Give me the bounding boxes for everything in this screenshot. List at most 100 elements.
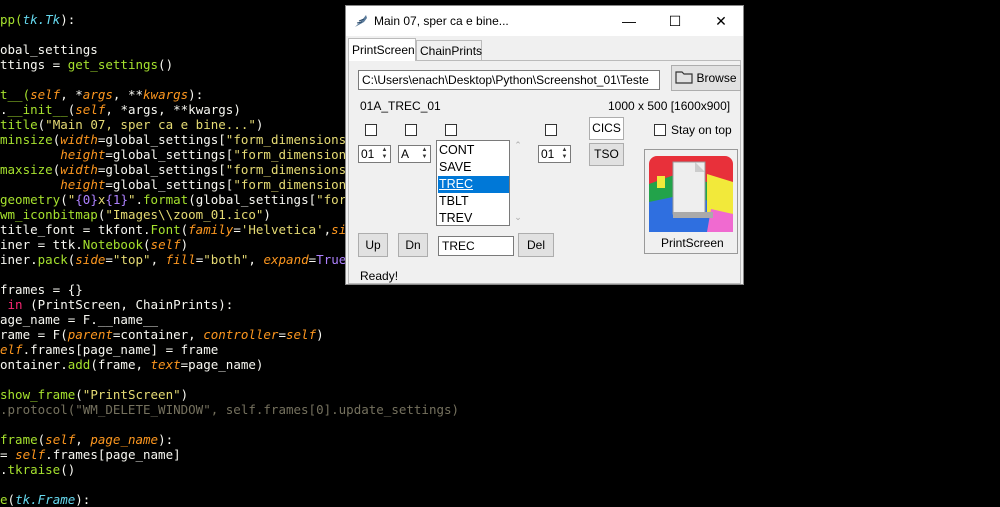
code-token: .protocol("WM_DELETE_WINDOW", self.frame…	[0, 402, 460, 417]
del-button[interactable]: Del	[518, 233, 554, 257]
code-token: .	[135, 192, 144, 207]
code-listbox[interactable]: CONT SAVE TREC TBLT TREV	[436, 140, 510, 226]
scroll-down-icon[interactable]: ⌄	[512, 212, 524, 223]
code-token: self	[30, 87, 61, 102]
code-line: pp(tk.Tk):	[0, 12, 75, 27]
code-line: maxsize(width=global_settings["form_dime…	[0, 162, 369, 177]
code-token: "form_dimensions"	[225, 162, 354, 177]
spinbox-3[interactable]: 01 ▲ ▼	[538, 145, 571, 163]
spin-arrows-icon[interactable]: ▲ ▼	[380, 147, 389, 161]
code-line: = self.frames[page_name]	[0, 447, 181, 462]
minimize-button[interactable]: —	[606, 6, 652, 36]
list-item[interactable]: TREV	[438, 210, 509, 227]
code-line: frames = {}	[0, 282, 83, 297]
folder-icon	[675, 71, 694, 84]
code-line: minsize(width=global_settings["form_dime…	[0, 132, 369, 147]
close-button[interactable]: ✕	[698, 6, 744, 36]
stay-on-top-checkbox[interactable]	[654, 124, 666, 136]
code-token: =global_settings[	[97, 162, 226, 177]
checkbox-2[interactable]	[405, 124, 417, 136]
code-token: family	[188, 222, 234, 237]
code-token: title_font = tkfont.	[0, 222, 151, 237]
code-token: kwargs	[143, 87, 189, 102]
code-token: width	[60, 132, 98, 147]
list-item[interactable]: TBLT	[438, 193, 509, 210]
code-token: (frame,	[90, 357, 151, 372]
feather-app-icon	[355, 15, 367, 27]
code-token: in	[0, 297, 31, 312]
code-token: page_name	[90, 432, 159, 447]
spinbox-1-value: 01	[361, 147, 375, 161]
code-token: self	[15, 447, 46, 462]
code-line: frame(self, page_name):	[0, 432, 173, 447]
spin-arrows-icon[interactable]: ▲ ▼	[420, 147, 429, 161]
code-token: self	[150, 237, 181, 252]
code-line: .protocol("WM_DELETE_WINDOW", self.frame…	[0, 402, 459, 417]
listbox-scrollbar[interactable]: ⌃ ⌄	[512, 140, 524, 226]
code-token: maxsize	[0, 162, 53, 177]
up-button[interactable]: Up	[358, 233, 388, 257]
tso-button[interactable]: TSO	[589, 143, 624, 166]
tab-chainprints[interactable]: ChainPrints	[416, 40, 482, 61]
code-token: True	[316, 252, 347, 267]
code-token: self	[286, 327, 317, 342]
cics-button[interactable]: CICS	[589, 117, 624, 140]
resolution-label: 1000 x 500 [1600x900]	[608, 99, 731, 113]
code-line: in (PrintScreen, ChainPrints):	[0, 297, 234, 312]
code-token: ):	[158, 432, 174, 447]
code-line: title_font = tkfont.Font(family='Helveti…	[0, 222, 369, 237]
stay-on-top-label: Stay on top	[671, 123, 732, 137]
code-line: ttings = get_settings()	[0, 57, 173, 72]
code-token: "both"	[203, 252, 249, 267]
browse-label: Browse	[696, 71, 737, 85]
code-token: tk.Tk	[22, 12, 61, 27]
code-token: elf	[0, 342, 23, 357]
list-item[interactable]: SAVE	[438, 159, 509, 176]
checkbox-4[interactable]	[545, 124, 557, 136]
list-item[interactable]: TREC	[438, 176, 509, 193]
code-token: "top"	[112, 252, 151, 267]
code-token: , *	[60, 87, 83, 102]
code-token: =	[278, 327, 286, 342]
spinbox-2[interactable]: A ▲ ▼	[398, 145, 431, 163]
scroll-up-icon[interactable]: ⌃	[512, 140, 524, 151]
code-token: fill	[165, 252, 196, 267]
spinbox-1[interactable]: 01 ▲ ▼	[358, 145, 391, 163]
code-token: text	[150, 357, 181, 372]
code-token: age_name = F.__name__	[0, 312, 159, 327]
code-token: ,	[150, 252, 166, 267]
code-token: (	[60, 192, 68, 207]
checkbox-3[interactable]	[445, 124, 457, 136]
maximize-button[interactable]: ☐	[652, 6, 698, 36]
browse-button[interactable]: Browse	[671, 65, 741, 91]
spin-arrows-icon[interactable]: ▲ ▼	[560, 147, 569, 161]
code-line: ontainer.add(frame, text=page_name)	[0, 357, 263, 372]
code-token: .frames[page_name] = frame	[22, 342, 219, 357]
screen-name-label: 01A_TREC_01	[360, 99, 441, 113]
title-bar: Main 07, sper ca e bine... — ☐ ✕	[346, 6, 743, 36]
code-token: )	[316, 327, 324, 342]
checkbox-1[interactable]	[365, 124, 377, 136]
code-token: )	[180, 237, 189, 252]
code-line: t__(self, *args, **kwargs):	[0, 87, 203, 102]
code-token: "form_dimensions"	[233, 177, 362, 192]
list-item[interactable]: CONT	[438, 142, 509, 159]
dn-button[interactable]: Dn	[398, 233, 428, 257]
code-token: get_settings	[67, 57, 159, 72]
code-token: side	[75, 252, 106, 267]
code-entry[interactable]: TREC	[438, 236, 514, 256]
code-token: "Main 07, sper ca e bine..."	[45, 117, 256, 132]
screenshot-preview-icon	[649, 156, 733, 232]
code-token: frame	[0, 432, 38, 447]
printscreen-thumbnail-button[interactable]: PrintScreen	[644, 149, 738, 254]
code-line: title("Main 07, sper ca e bine...")	[0, 117, 263, 132]
code-token: args	[82, 87, 113, 102]
code-token: ,	[75, 432, 91, 447]
code-line: geometry("{0}x{1}".format(global_setting…	[0, 192, 369, 207]
code-token: ()	[158, 57, 174, 72]
tab-printscreen[interactable]: PrintScreen	[348, 38, 416, 61]
path-field[interactable]: C:\Users\enach\Desktop\Python\Screenshot…	[358, 70, 660, 90]
code-token: (PrintScreen, ChainPrints):	[30, 297, 234, 312]
